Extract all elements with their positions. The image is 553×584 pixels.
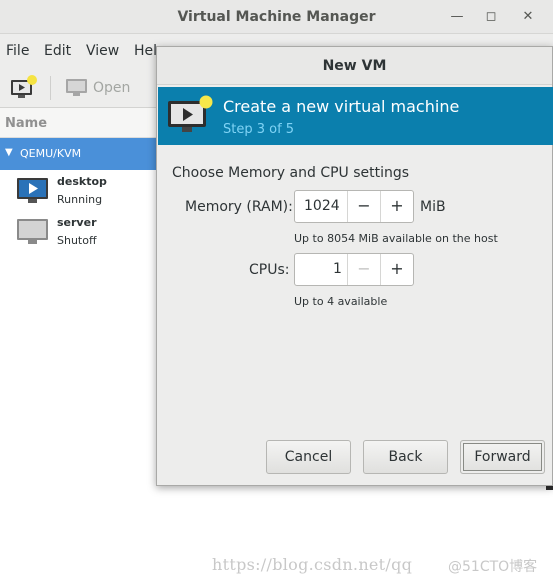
vm-row-server[interactable]: server Shutoff bbox=[0, 214, 160, 254]
section-title: Choose Memory and CPU settings bbox=[172, 165, 410, 181]
vm-name: server bbox=[57, 216, 97, 229]
cpus-increment-button[interactable]: + bbox=[380, 254, 413, 285]
wizard-title: Create a new virtual machine bbox=[223, 97, 460, 116]
vm-name: desktop bbox=[57, 175, 107, 188]
open-button[interactable]: Open bbox=[93, 80, 130, 96]
memory-unit: MiB bbox=[420, 199, 446, 215]
minimize-icon[interactable]: — bbox=[448, 8, 466, 26]
watermark-brand: @51CTO博客 bbox=[448, 559, 538, 575]
vm-row-desktop[interactable]: desktop Running bbox=[0, 173, 160, 213]
connection-row[interactable]: ▼ QEMU/KVM bbox=[0, 138, 160, 170]
menu-edit[interactable]: Edit bbox=[44, 43, 71, 59]
menu-view[interactable]: View bbox=[86, 43, 119, 59]
memory-label: Memory (RAM): bbox=[185, 199, 293, 215]
memory-spinner[interactable]: 1024 − + bbox=[294, 190, 414, 223]
back-button[interactable]: Back bbox=[363, 440, 448, 474]
menu-file[interactable]: File bbox=[6, 43, 29, 59]
cpus-decrement-button[interactable]: − bbox=[347, 254, 380, 285]
list-header-name: Name bbox=[5, 116, 48, 131]
cpus-hint: Up to 4 available bbox=[294, 295, 388, 308]
vm-running-icon bbox=[17, 178, 48, 203]
maximize-icon[interactable]: ◻ bbox=[482, 8, 500, 26]
watermark-url: https://blog.csdn.net/qq bbox=[212, 555, 413, 574]
vm-shutoff-icon bbox=[17, 219, 48, 244]
vm-status: Running bbox=[57, 193, 103, 206]
toolbar-separator bbox=[50, 76, 51, 100]
memory-decrement-button[interactable]: − bbox=[347, 191, 380, 222]
memory-increment-button[interactable]: + bbox=[380, 191, 413, 222]
wizard-header: Create a new virtual machine Step 3 of 5 bbox=[158, 87, 553, 145]
cancel-button[interactable]: Cancel bbox=[266, 440, 351, 474]
memory-hint: Up to 8054 MiB available on the host bbox=[294, 232, 498, 245]
main-titlebar: Virtual Machine Manager — ◻ ✕ bbox=[0, 0, 553, 34]
cpus-label: CPUs: bbox=[249, 262, 290, 278]
new-vm-icon[interactable] bbox=[10, 74, 38, 100]
open-icon[interactable] bbox=[65, 77, 89, 99]
window-title: Virtual Machine Manager bbox=[177, 9, 376, 25]
memory-value[interactable]: 1024 bbox=[304, 198, 340, 214]
expander-icon[interactable]: ▼ bbox=[5, 147, 13, 158]
cpus-value[interactable]: 1 bbox=[333, 261, 342, 277]
vm-status: Shutoff bbox=[57, 234, 97, 247]
list-header[interactable]: Name bbox=[0, 108, 160, 138]
dialog-title: New VM bbox=[322, 58, 387, 74]
cpus-spinner[interactable]: 1 − + bbox=[294, 253, 414, 286]
new-vm-dialog: New VM Create a new virtual machine Step… bbox=[156, 46, 553, 486]
new-vm-icon bbox=[168, 95, 213, 132]
connection-label: QEMU/KVM bbox=[20, 147, 82, 160]
dialog-titlebar: New VM bbox=[157, 47, 552, 85]
close-icon[interactable]: ✕ bbox=[519, 8, 537, 26]
forward-button[interactable]: Forward bbox=[460, 440, 545, 474]
menu-help[interactable]: Hel bbox=[134, 43, 157, 59]
wizard-step: Step 3 of 5 bbox=[223, 122, 295, 137]
